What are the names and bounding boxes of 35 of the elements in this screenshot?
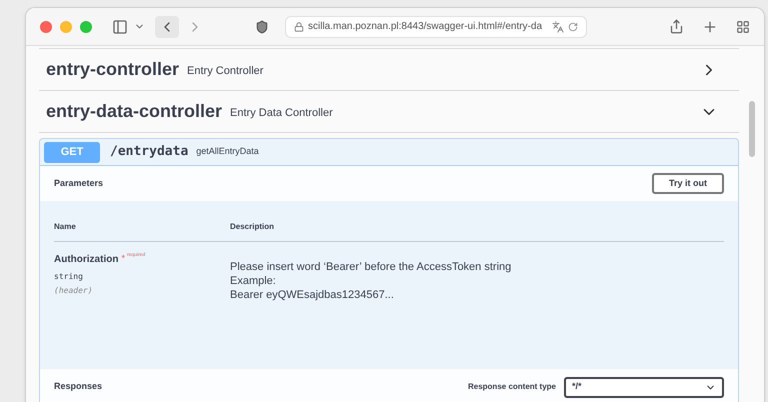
shield-icon[interactable] bbox=[255, 20, 269, 34]
section-title: Responses bbox=[54, 380, 102, 394]
content-type-select[interactable]: */* bbox=[564, 376, 724, 398]
tag-header[interactable]: entry-data-controller Entry Data Controller bbox=[39, 91, 739, 133]
required-mark: * bbox=[121, 252, 125, 265]
column-header: Description bbox=[230, 221, 274, 233]
tag-name: entry-data-controller bbox=[46, 100, 222, 123]
sidebar-icon[interactable] bbox=[112, 18, 128, 34]
method-badge: GET bbox=[44, 142, 100, 162]
parameter-type: string bbox=[54, 271, 84, 283]
lock-icon bbox=[294, 22, 304, 32]
tag-header[interactable]: entry-controller Entry Controller bbox=[39, 49, 739, 91]
parameter-description: Example: bbox=[230, 274, 277, 288]
endpoint-path: /entrydata bbox=[110, 143, 188, 162]
translate-icon[interactable] bbox=[552, 20, 564, 32]
reload-icon[interactable] bbox=[568, 22, 578, 32]
new-tab-icon[interactable] bbox=[702, 18, 718, 34]
share-icon[interactable] bbox=[669, 19, 684, 34]
tag-description: Entry Data Controller bbox=[230, 106, 333, 121]
section-title: Parameters bbox=[54, 176, 104, 190]
try-it-out-button[interactable]: Try it out bbox=[652, 173, 724, 194]
tag-name: entry-controller bbox=[46, 58, 180, 81]
back-button[interactable] bbox=[155, 16, 179, 38]
address-bar[interactable]: scilla.man.poznan.pl:8443/swagger-ui.html#/entry-da bbox=[285, 16, 587, 38]
scrollbar-thumb[interactable] bbox=[748, 101, 754, 157]
parameter-location: (header) bbox=[54, 285, 94, 297]
parameter-description: Bearer eyQWEsajdbas1234567... bbox=[230, 288, 395, 302]
parameter-name: Authorization bbox=[54, 253, 118, 267]
tab-overview-icon[interactable] bbox=[736, 20, 750, 34]
parameter-description: Please insert word ‘Bearer’ before the AccessToken string bbox=[230, 260, 512, 274]
url-text: scilla.man.poznan.pl:8443/swagger-ui.html#/entry-da bbox=[308, 20, 544, 34]
content-type-label: Response content type bbox=[468, 381, 556, 393]
column-header: Name bbox=[54, 221, 77, 233]
tag-description: Entry Controller bbox=[187, 64, 264, 79]
endpoint-summary: getAllEntryData bbox=[196, 145, 259, 158]
